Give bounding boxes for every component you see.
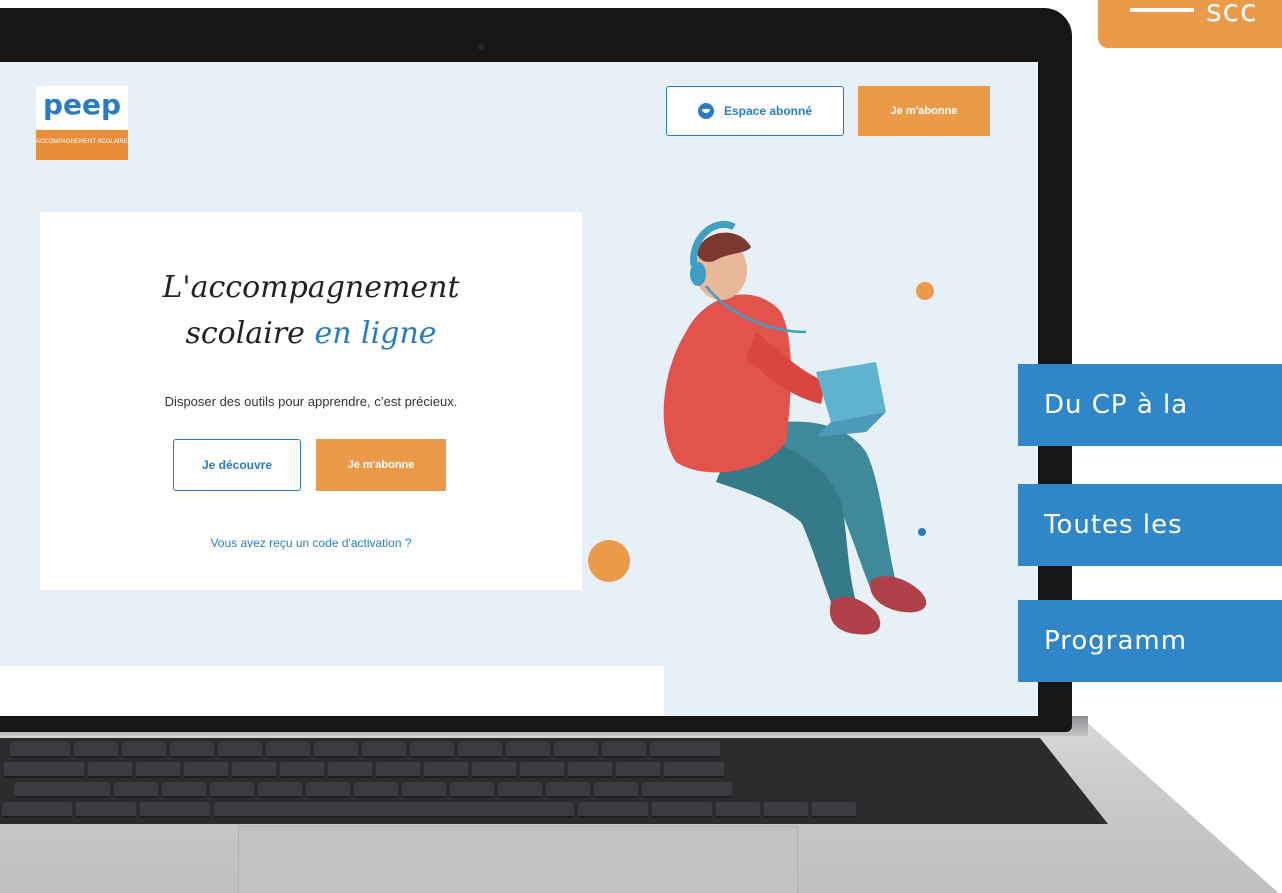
keyboard-row [4,762,724,780]
hero-title-accent: en ligne [314,316,437,351]
keyboard-key [232,762,276,778]
keyboard-key [314,742,358,758]
keyboard-key [76,802,136,818]
keyboard-key [458,742,502,758]
keyboard-key [280,762,324,778]
laptop-touchpad [238,826,798,893]
espace-abonne-label: Espace abonné [723,104,813,118]
keyboard-key [306,782,350,798]
keyboard-key [210,782,254,798]
hero-title-plain: scolaire [185,316,305,351]
keyboard-key [812,802,856,818]
feature-banner-1: Du CP à la [1018,364,1282,446]
user-face-icon [697,103,714,119]
keyboard-key [74,742,118,758]
keyboard-key [10,742,70,758]
laptop-screen: peep ACCOMPAGNEMENT SCOLAIRE Espace abon… [0,62,1038,716]
keyboard-key [616,762,660,778]
keyboard-row [2,802,856,820]
keyboard-key [88,762,132,778]
keyboard-row [10,742,720,760]
student-with-laptop-illustration [663,220,927,635]
peep-logo[interactable]: peep ACCOMPAGNEMENT SCOLAIRE [36,86,128,160]
tab-bar-decoration [1130,8,1194,12]
keyboard-key [410,742,454,758]
keyboard-key [2,802,72,818]
keyboard-key [218,742,262,758]
keyboard-key [362,742,406,758]
keyboard-key [136,762,180,778]
laptop-keyboard [0,738,1108,824]
hero-subscribe-button[interactable]: Je m'abonne [316,439,446,491]
keyboard-key [424,762,468,778]
espace-abonne-button[interactable]: Espace abonné [666,86,844,136]
logo-subtitle: ACCOMPAGNEMENT SCOLAIRE [36,130,128,160]
keyboard-key [114,782,158,798]
keyboard-key [520,762,564,778]
keyboard-key [170,742,214,758]
next-section-card [0,666,664,716]
keyboard-key [716,802,760,818]
keyboard-key [472,762,516,778]
discover-button[interactable]: Je découvre [173,439,301,491]
header-subscribe-button[interactable]: Je m'abonne [858,86,990,136]
hero-card: L'accompagnement scolaire en ligne Dispo… [40,212,582,590]
keyboard-key [140,802,210,818]
keyboard-key [554,742,598,758]
keyboard-key [184,762,228,778]
keyboard-key [450,782,494,798]
keyboard-key [506,742,550,758]
keyboard-key [594,782,638,798]
keyboard-key [602,742,646,758]
activation-code-link[interactable]: Vous avez reçu un code d'activation ? [40,536,582,550]
keyboard-key [578,802,648,818]
keyboard-key [652,802,712,818]
webcam-icon [478,44,484,50]
keyboard-key [764,802,808,818]
keyboard-key [122,742,166,758]
keyboard-key [328,762,372,778]
keyboard-key [162,782,206,798]
keyboard-key [402,782,446,798]
keyboard-row [14,782,732,800]
laptop-lid: peep ACCOMPAGNEMENT SCOLAIRE Espace abon… [0,8,1072,732]
keyboard-key [14,782,110,798]
keyboard-key [258,782,302,798]
corner-brand-tab: scc [1098,0,1282,48]
keyboard-key [664,762,724,778]
keyboard-key [642,782,732,798]
keyboard-key [354,782,398,798]
keyboard-key [4,762,84,778]
feature-banner-2: Toutes les [1018,484,1282,566]
keyboard-key [546,782,590,798]
marketing-image: scc peep ACCOMPAGNEMENT SCOLAIRE Espace … [0,0,1282,893]
corner-tab-text: scc [1206,0,1258,29]
keyboard-key [214,802,574,818]
feature-banner-3: Programm [1018,600,1282,682]
keyboard-key [376,762,420,778]
keyboard-key [650,742,720,758]
keyboard-key [266,742,310,758]
keyboard-key [498,782,542,798]
keyboard-key [568,762,612,778]
logo-brand: peep [36,86,128,130]
hero-tagline: Disposer des outils pour apprendre, c’es… [164,394,458,409]
hero-title-line2: scolaire en ligne [40,316,582,351]
hero-title-line1: L'accompagnement [162,270,460,305]
